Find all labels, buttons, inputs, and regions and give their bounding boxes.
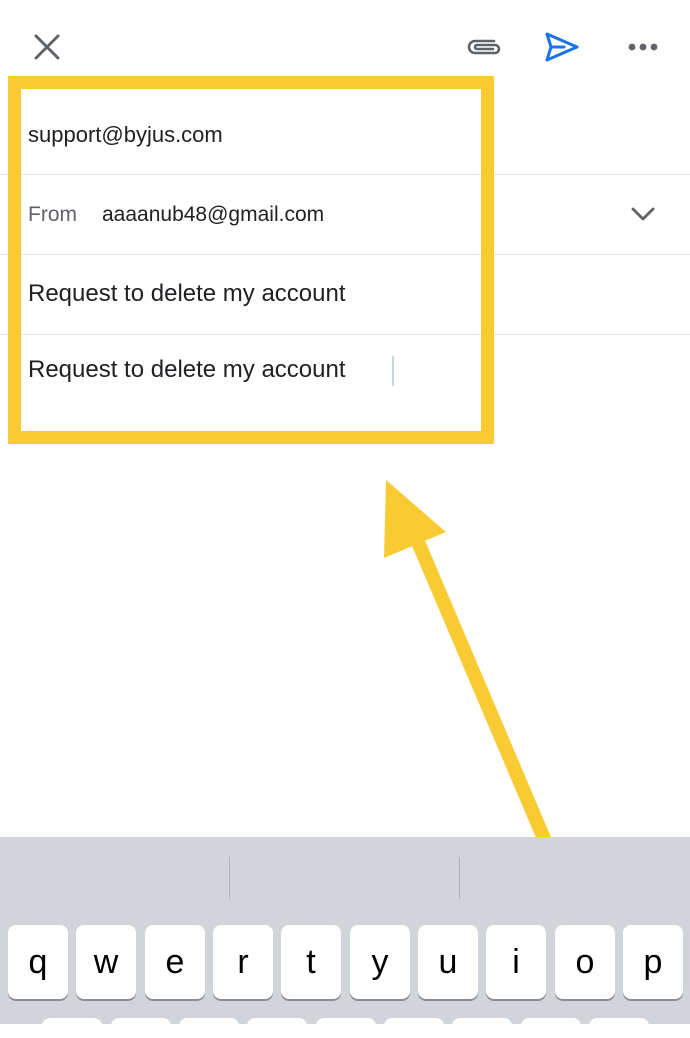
send-icon bbox=[545, 32, 579, 62]
annotation-arrow-icon bbox=[384, 480, 555, 855]
chevron-down-icon[interactable] bbox=[628, 202, 658, 226]
send-button[interactable] bbox=[540, 26, 584, 68]
key-o[interactable]: o bbox=[555, 925, 615, 999]
key-row2-partial[interactable] bbox=[452, 1018, 512, 1038]
key-q[interactable]: q bbox=[8, 925, 68, 999]
suggestion-divider bbox=[229, 857, 230, 899]
key-row2-partial[interactable] bbox=[589, 1018, 649, 1038]
key-row2-partial[interactable] bbox=[111, 1018, 171, 1038]
close-icon bbox=[34, 34, 60, 60]
suggestion-divider bbox=[459, 857, 460, 899]
key-r[interactable]: r bbox=[213, 925, 273, 999]
key-e[interactable]: e bbox=[145, 925, 205, 999]
more-options-button[interactable] bbox=[624, 32, 662, 62]
key-row2-partial[interactable] bbox=[247, 1018, 307, 1038]
key-t[interactable]: t bbox=[281, 925, 341, 999]
key-w[interactable]: w bbox=[76, 925, 136, 999]
more-icon bbox=[628, 43, 658, 51]
close-button[interactable] bbox=[26, 26, 68, 68]
highlight-annotation-box bbox=[8, 76, 494, 444]
key-p[interactable]: p bbox=[623, 925, 683, 999]
key-row2-partial[interactable] bbox=[42, 1018, 102, 1038]
key-i[interactable]: i bbox=[486, 925, 546, 999]
key-row2-partial[interactable] bbox=[521, 1018, 581, 1038]
key-row2-partial[interactable] bbox=[316, 1018, 376, 1038]
key-row2-partial[interactable] bbox=[384, 1018, 444, 1038]
key-u[interactable]: u bbox=[418, 925, 478, 999]
key-y[interactable]: y bbox=[350, 925, 410, 999]
attach-icon bbox=[467, 39, 501, 55]
attach-button[interactable] bbox=[460, 28, 508, 66]
key-row2-partial[interactable] bbox=[179, 1018, 239, 1038]
